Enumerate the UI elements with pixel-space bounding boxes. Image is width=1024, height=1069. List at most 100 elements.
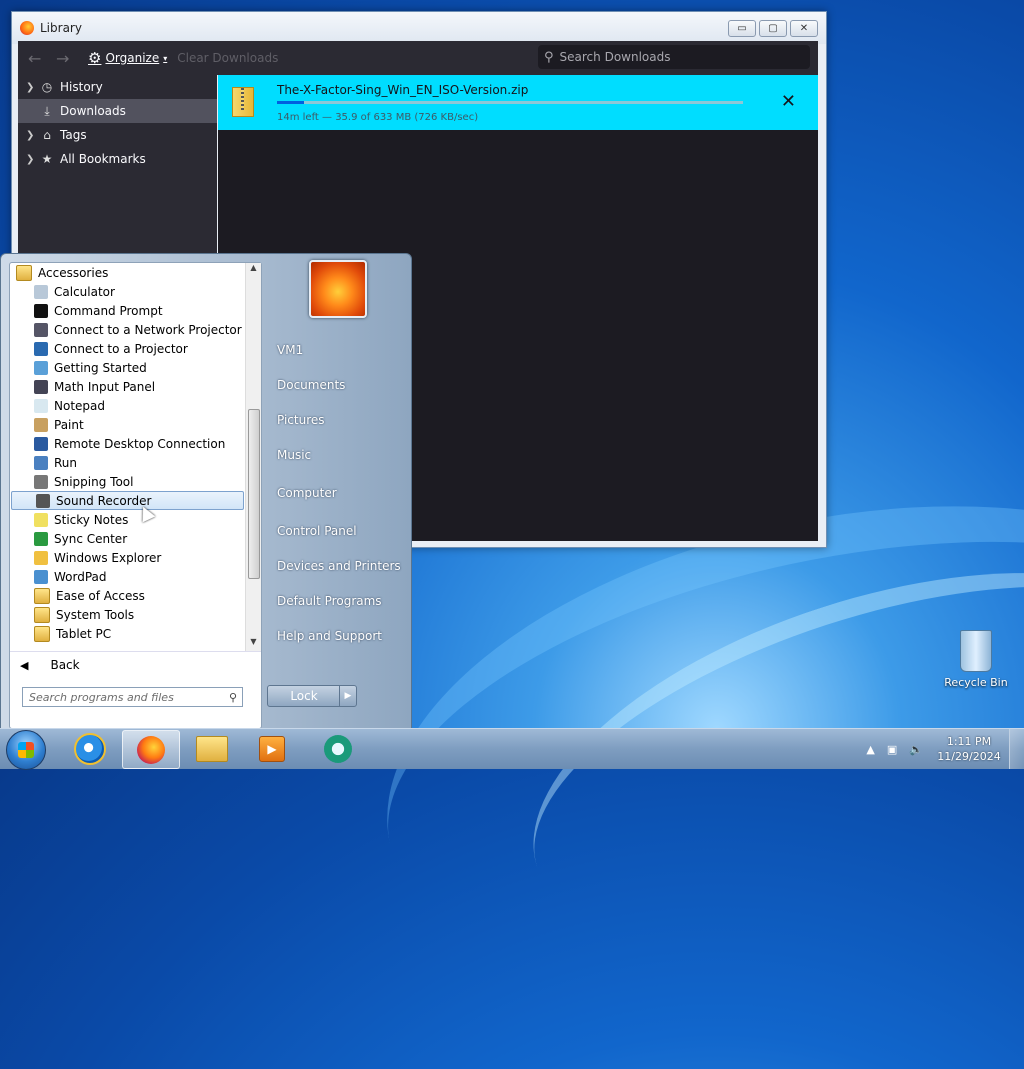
user-avatar[interactable] [309, 260, 367, 318]
start-menu-right-item[interactable]: Devices and Printers [277, 559, 401, 573]
maximize-button[interactable]: ▢ [759, 20, 787, 37]
sidebar-item-tags[interactable]: ❯ ⌂ Tags [18, 123, 217, 147]
programs-scrollbar[interactable]: ▲ ▼ [245, 263, 261, 651]
sidebar-item-all-bookmarks[interactable]: ❯ ★ All Bookmarks [18, 147, 217, 171]
program-item[interactable]: Math Input Panel [10, 377, 245, 396]
program-item[interactable]: Connect to a Projector [10, 339, 245, 358]
folder-accessories[interactable]: Accessories [10, 263, 245, 282]
start-menu-right-item[interactable]: Pictures [277, 413, 325, 427]
program-item[interactable]: Sync Center [10, 529, 245, 548]
search-downloads-input[interactable]: ⚲ Search Downloads [538, 45, 810, 69]
shutdown-options-arrow-icon[interactable]: ▶ [339, 685, 357, 707]
scrollbar-thumb[interactable] [248, 409, 260, 579]
program-label: Getting Started [54, 360, 147, 375]
program-label: Paint [54, 417, 84, 432]
start-search-input[interactable]: Search programs and files ⚲ [22, 687, 243, 707]
start-menu-right-item[interactable]: Help and Support [277, 629, 382, 643]
taskbar-media-player[interactable]: ▶ [244, 730, 300, 767]
program-item[interactable]: Getting Started [10, 358, 245, 377]
program-label: System Tools [56, 607, 135, 622]
start-menu-right-item[interactable]: Computer [277, 486, 337, 500]
start-menu-right-item[interactable]: Music [277, 448, 311, 462]
program-item[interactable]: WordPad [10, 567, 245, 586]
program-label: Remote Desktop Connection [54, 436, 226, 451]
show-hidden-icons-icon[interactable]: ▲ [866, 743, 874, 756]
program-item[interactable]: Notepad [10, 396, 245, 415]
program-item[interactable]: Snipping Tool [10, 472, 245, 491]
clock-date: 11/29/2024 [937, 750, 1001, 763]
clock[interactable]: 1:11 PM 11/29/2024 [929, 734, 1009, 764]
program-icon [34, 436, 48, 451]
show-desktop-button[interactable] [1009, 729, 1024, 769]
taskbar-firefox[interactable] [122, 730, 180, 769]
program-icon [34, 284, 48, 299]
download-item[interactable]: The-X-Factor-Sing_Win_EN_ISO-Version.zip… [218, 75, 818, 130]
program-label: Calculator [54, 284, 115, 299]
program-label: Run [54, 455, 78, 470]
start-menu-right-item[interactable]: VM1 [277, 343, 303, 357]
program-label: WordPad [54, 569, 107, 584]
lock-button[interactable]: Lock [267, 685, 341, 707]
program-item[interactable]: Connect to a Network Projector [10, 320, 245, 339]
clear-downloads-button[interactable]: Clear Downloads [177, 51, 278, 65]
program-item[interactable]: Ease of Access [10, 586, 245, 605]
chevron-right-icon[interactable]: ❯ [26, 82, 38, 93]
sidebar-item-label: Downloads [60, 104, 126, 118]
program-item[interactable]: Paint [10, 415, 245, 434]
program-icon [34, 455, 48, 470]
search-placeholder: Search Downloads [559, 50, 671, 64]
download-filename: The-X-Factor-Sing_Win_EN_ISO-Version.zip [277, 83, 529, 97]
start-button[interactable] [6, 730, 46, 770]
folder-icon [196, 735, 228, 762]
chevron-right-icon[interactable]: ❯ [26, 154, 38, 165]
program-item[interactable]: Sound Recorder [11, 491, 244, 510]
download-status: 14m left — 35.9 of 633 MB (726 KB/sec) [277, 112, 479, 123]
program-label: Snipping Tool [54, 474, 134, 489]
program-item[interactable]: System Tools [10, 605, 245, 624]
start-menu-right-item[interactable]: Default Programs [277, 594, 382, 608]
sidebar-item-label: History [60, 80, 103, 94]
start-menu-right-item[interactable]: Documents [277, 378, 345, 392]
taskbar-internet-explorer[interactable] [62, 730, 118, 767]
cancel-download-icon[interactable]: ✕ [781, 91, 796, 112]
network-icon[interactable]: ▣ [887, 743, 897, 756]
program-item[interactable]: Remote Desktop Connection [10, 434, 245, 453]
chevron-right-icon[interactable]: ❯ [26, 130, 38, 141]
back-arrow-icon[interactable]: ← [28, 49, 46, 68]
program-label: Command Prompt [54, 303, 163, 318]
close-button[interactable]: ✕ [790, 20, 818, 37]
program-icon [34, 474, 48, 489]
forward-arrow-icon[interactable]: → [56, 49, 74, 68]
organize-button[interactable]: ⚙ Organize ▾ [88, 49, 167, 67]
scroll-down-icon[interactable]: ▼ [246, 637, 261, 651]
sidebar-item-history[interactable]: ❯ ◷ History [18, 75, 217, 99]
program-item[interactable]: Windows Explorer [10, 548, 245, 567]
recycle-bin[interactable]: Recycle Bin [944, 630, 1008, 689]
divider [10, 651, 261, 652]
back-button[interactable]: ◀ Back [20, 658, 80, 672]
search-icon: ⚲ [228, 690, 237, 704]
library-titlebar[interactable]: Library [12, 12, 826, 44]
start-menu-right-item[interactable]: Control Panel [277, 524, 357, 538]
program-item[interactable]: Command Prompt [10, 301, 245, 320]
taskbar-windows-explorer[interactable] [184, 730, 240, 767]
folder-icon [34, 606, 50, 623]
scroll-up-icon[interactable]: ▲ [246, 263, 261, 277]
program-icon [34, 569, 48, 584]
program-label: Connect to a Network Projector [54, 322, 242, 337]
sidebar-item-label: All Bookmarks [60, 152, 146, 166]
zip-file-icon [232, 87, 254, 117]
back-label: Back [50, 658, 80, 672]
sync-app-icon [324, 734, 352, 763]
program-icon [34, 303, 48, 318]
taskbar-sync-app[interactable] [310, 730, 366, 767]
volume-muted-icon[interactable]: 🔈 [909, 743, 923, 756]
program-icon [34, 531, 48, 546]
program-icon [34, 341, 48, 356]
program-item[interactable]: Calculator [10, 282, 245, 301]
program-item[interactable]: Run [10, 453, 245, 472]
sidebar-item-downloads[interactable]: ⤓ Downloads [18, 99, 217, 123]
program-item[interactable]: Sticky Notes [10, 510, 245, 529]
minimize-button[interactable]: ▭ [728, 20, 756, 37]
program-item[interactable]: Tablet PC [10, 624, 245, 643]
